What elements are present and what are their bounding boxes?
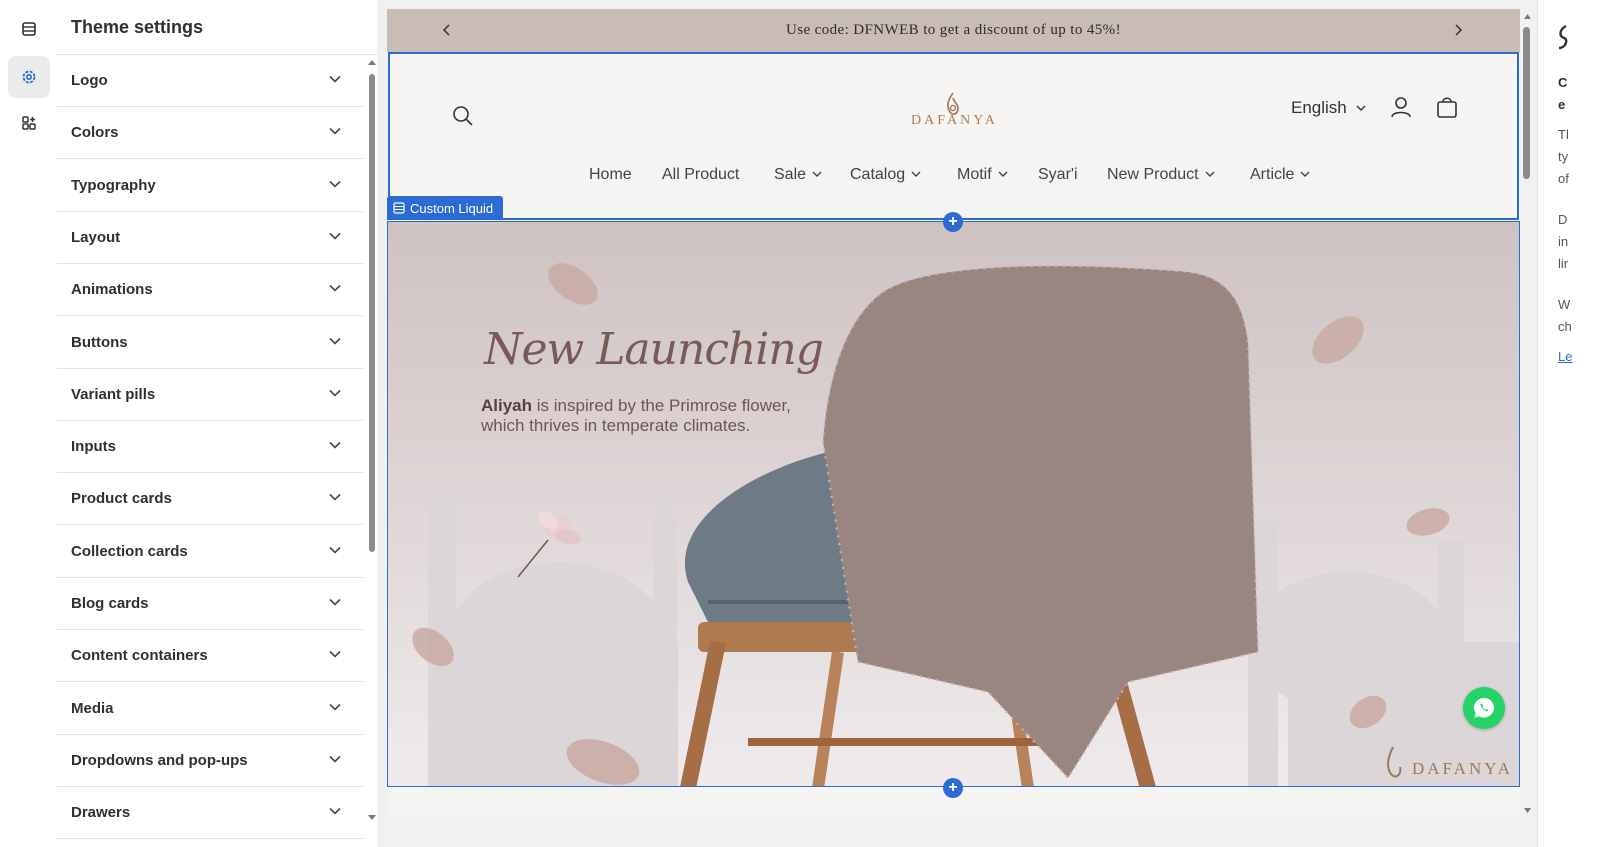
chevron-down-icon [329,75,341,83]
scroll-up-icon[interactable] [367,58,377,66]
chevron-down-icon [329,808,341,815]
hero-brand-text: DAFANYA [1412,759,1513,778]
chevron-down-icon [329,598,341,606]
hero-subtitle-bold: Aliyah [481,396,533,415]
settings-section-blog-cards[interactable]: Blog cards [57,578,363,630]
settings-section-label: Variant pills [71,385,156,403]
info-text: in [1558,234,1569,249]
gear-icon [22,70,36,84]
scroll-down-icon[interactable] [1523,807,1532,814]
chevron-down-icon [329,755,341,763]
settings-section-label: Typography [71,176,156,194]
settings-section-label: Inputs [71,438,116,456]
scroll-down-icon[interactable] [367,814,377,822]
settings-section-colors[interactable]: Colors [57,107,363,160]
add-section-button[interactable]: + [943,778,963,798]
settings-section-product-cards[interactable]: Product cards [57,473,363,526]
chevron-down-icon [329,703,341,711]
info-text: ch [1558,319,1572,334]
settings-section-label: Colors [71,124,119,142]
info-text: D [1558,212,1568,227]
settings-section-buttons[interactable]: Buttons [57,317,363,369]
info-text: Tl [1558,127,1569,142]
chevron-right-icon[interactable] [1453,23,1463,37]
theme-settings-panel: Theme settings Logo Colors Typography Layou… [57,0,378,847]
settings-section-label: Layout [71,228,121,246]
info-text: ty [1558,149,1569,164]
learn-more-link[interactable]: Le [1558,349,1572,364]
chevron-down-icon [329,285,341,292]
plus-icon: + [948,213,958,230]
settings-section-label: Content containers [71,647,208,665]
settings-section-animations[interactable]: Animations [57,264,363,317]
hero-banner[interactable]: New Launching Aliyah is inspired by the … [387,221,1520,787]
chevron-down-icon [329,128,341,135]
section-tag-label: Custom Liquid [410,200,494,216]
whatsapp-icon [1474,698,1494,718]
info-text: lir [1558,256,1569,271]
preview-scrollbar-thumb[interactable] [1523,27,1530,179]
settings-section-label: Buttons [71,333,128,351]
settings-section-typography[interactable]: Typography [57,160,363,212]
settings-section-drawers[interactable]: Drawers [57,787,363,840]
chevron-down-icon [329,180,341,188]
ai-icon[interactable] [1556,24,1570,50]
preview-scrollbar[interactable] [1520,9,1534,817]
hero-title: New Launching [484,324,824,375]
settings-section-media[interactable]: Media [57,683,363,735]
sidebar-rail [0,0,58,847]
hero-subtitle: Aliyah is inspired by the Primrose flowe… [481,396,811,436]
chevron-down-icon [329,494,341,502]
chevron-left-icon[interactable] [442,23,452,37]
info-text: W [1558,297,1571,312]
chevron-down-icon [329,442,341,449]
scroll-up-icon[interactable] [1523,13,1532,20]
settings-section-variant-pills[interactable]: Variant pills [57,369,363,421]
settings-section-label: Animations [71,281,153,299]
whatsapp-button[interactable] [1463,687,1505,729]
panel-scrollbar-thumb[interactable] [369,74,375,552]
settings-section-label: Drawers [71,804,131,822]
add-section-button[interactable]: + [943,212,963,232]
settings-section-label: Logo [71,72,108,89]
chevron-down-icon [329,337,341,345]
settings-section-label: Collection cards [71,542,188,560]
sections-button[interactable] [8,8,50,50]
selected-section-outline [388,52,1519,220]
chevron-down-icon [329,546,341,554]
settings-section-label: Blog cards [71,595,149,612]
announcement-bar: Use code: DFNWEB to get a discount of up… [387,9,1520,52]
info-text: C [1558,75,1568,90]
panel-title: Theme settings [71,17,204,37]
panel-scrollbar[interactable] [365,58,377,847]
theme-settings-button[interactable] [8,56,50,98]
settings-section-collection-cards[interactable]: Collection cards [57,526,363,578]
settings-section-dropdowns-and-pop-ups[interactable]: Dropdowns and pop-ups [57,735,363,787]
info-text: of [1558,171,1569,186]
plus-icon: + [948,779,958,796]
settings-section-inputs[interactable]: Inputs [57,421,363,474]
settings-section-label: Product cards [71,490,172,508]
chevron-down-icon [329,389,341,397]
storefront-preview: Use code: DFNWEB to get a discount of up… [387,9,1520,817]
settings-section-label: Dropdowns and pop-ups [71,751,248,769]
sections-icon [22,22,36,36]
settings-section-content-containers[interactable]: Content containers [57,630,363,683]
section-tag[interactable]: Custom Liquid [387,196,504,220]
settings-section-label: Media [71,699,114,717]
info-text: e [1558,97,1566,112]
hero-image [388,222,1519,786]
settings-section-layout[interactable]: Layout [57,212,363,264]
chevron-down-icon [329,651,341,658]
info-panel: C e Tl ty of D in lir W ch Le [1537,0,1614,847]
apps-button[interactable] [8,102,50,144]
announcement-text: Use code: DFNWEB to get a discount of up… [786,22,1121,38]
chevron-down-icon [329,232,341,240]
sections-icon [393,202,405,214]
apps-icon [22,116,36,130]
settings-section-logo[interactable]: Logo [57,55,363,107]
